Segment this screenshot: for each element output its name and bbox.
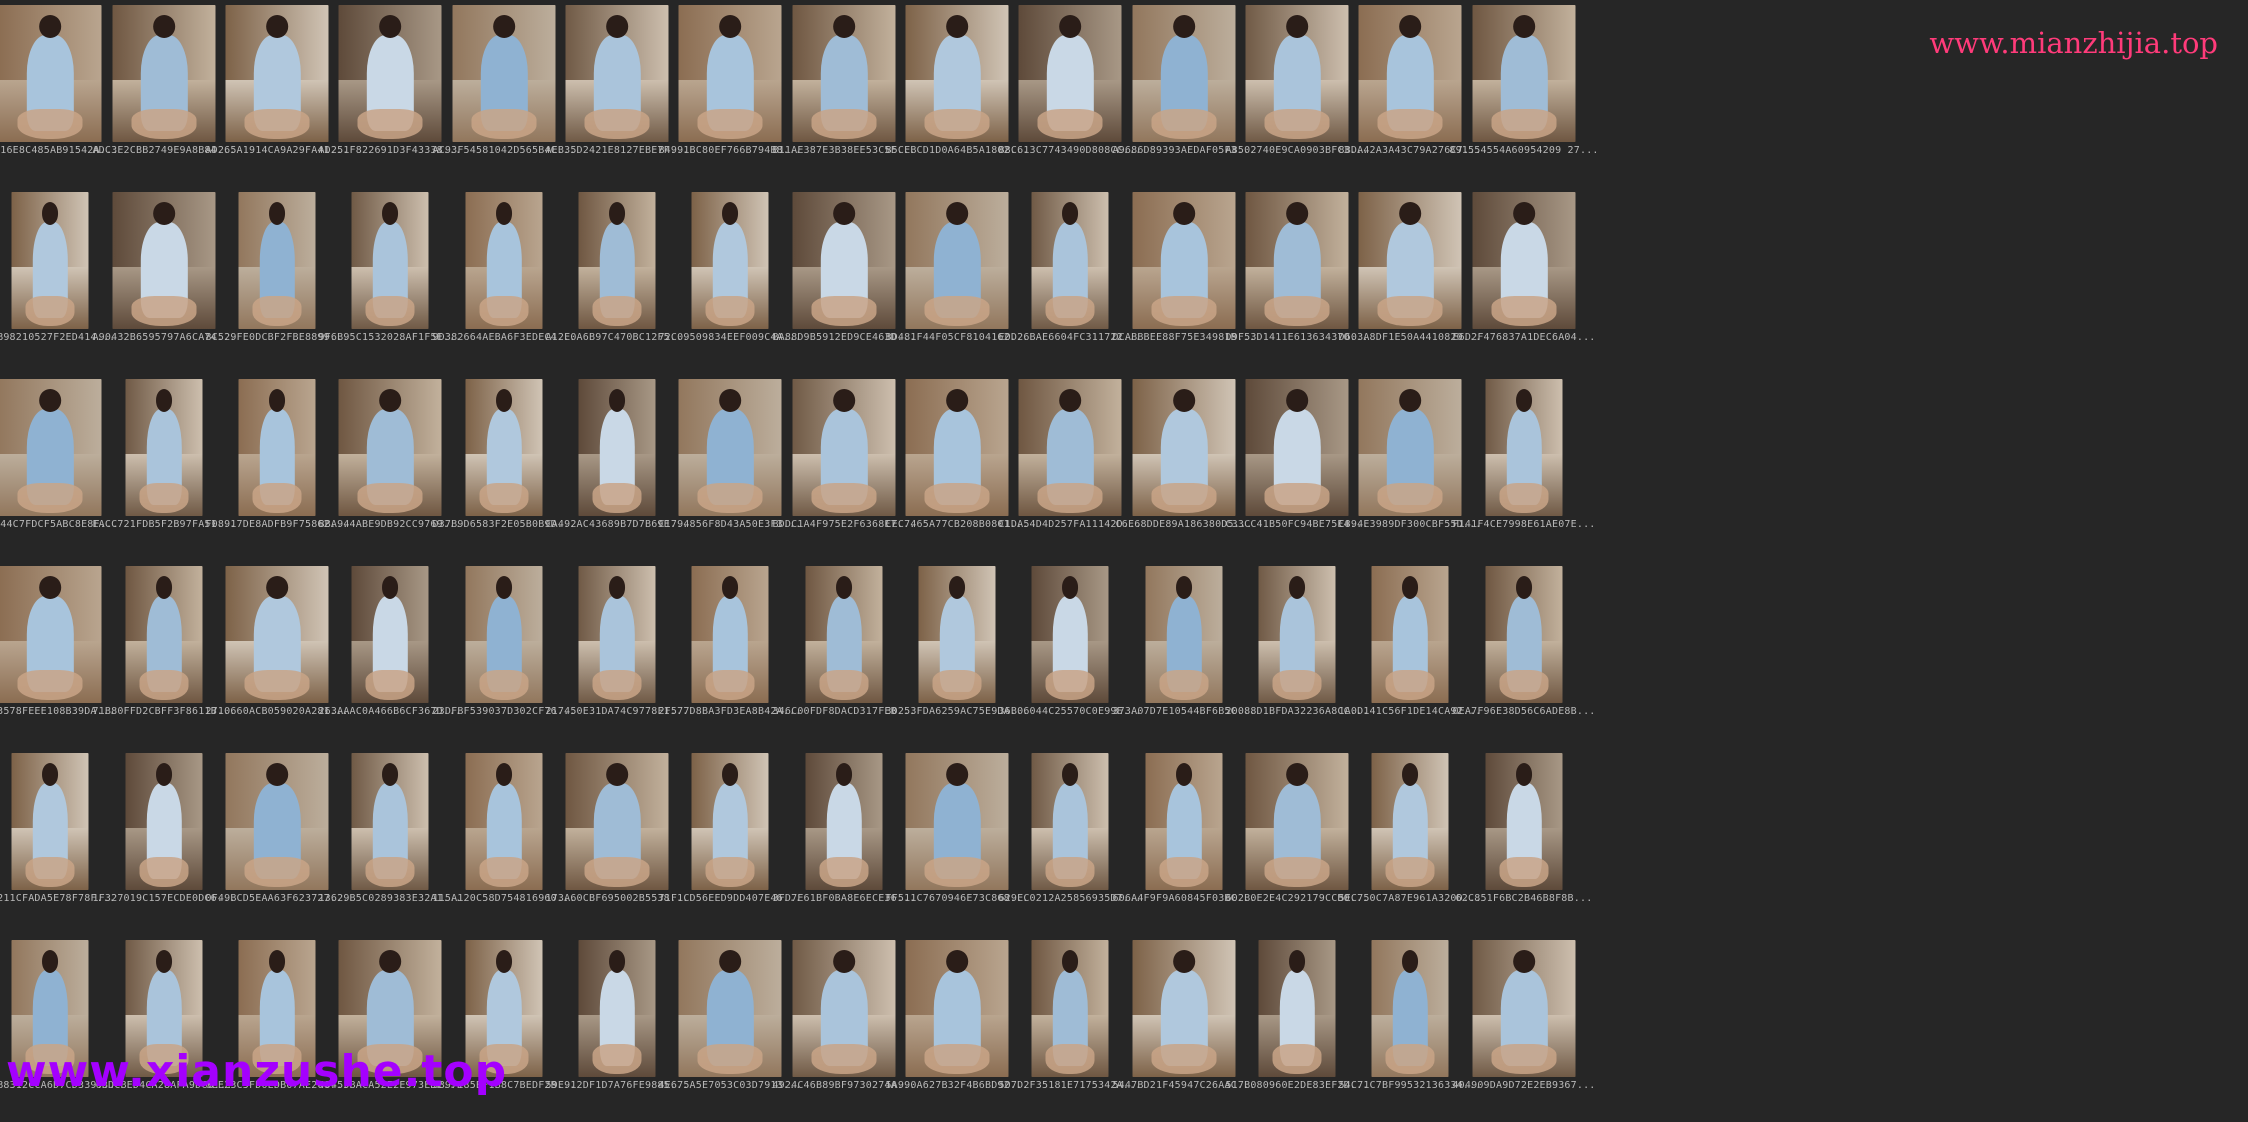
- thumbnail-image: [805, 753, 883, 890]
- thumbnail-image: [691, 566, 769, 703]
- thumbnail-image: [1031, 192, 1109, 329]
- thumbnail-image: [125, 566, 203, 703]
- thumbnail-image: [1371, 940, 1449, 1077]
- thumbnail-image: [1371, 753, 1449, 890]
- thumbnail-image: [238, 379, 316, 516]
- thumbnail-image: [1031, 753, 1109, 890]
- thumbnail-image: [351, 566, 429, 703]
- thumbnail-filename: E6D2F476837A1DEC6A04...: [1452, 332, 1596, 343]
- thumbnail-image: [351, 192, 429, 329]
- thumbnail-image: [1371, 566, 1449, 703]
- thumbnail-image: [578, 940, 656, 1077]
- thumbnail-image: [465, 192, 543, 329]
- thumbnail-image: [691, 192, 769, 329]
- thumbnail-image: [1472, 940, 1576, 1077]
- thumbnail-image: [578, 379, 656, 516]
- thumbnail-image: [11, 192, 89, 329]
- thumbnail-image: [1145, 566, 1223, 703]
- thumbnail-image: [1472, 5, 1576, 142]
- thumbnail-item[interactable]: 62C851F6BC2B46B8F8B...: [1442, 748, 1606, 935]
- thumbnail-image: [351, 753, 429, 890]
- thumbnail-image: [578, 566, 656, 703]
- thumbnail-image: [11, 753, 89, 890]
- thumbnail-item[interactable]: F141F4CE7998E61AE07E...: [1442, 374, 1606, 561]
- thumbnail-image: [1031, 566, 1109, 703]
- thumbnail-image: [125, 379, 203, 516]
- thumbnail-image: [1258, 566, 1336, 703]
- thumbnail-item[interactable]: 404909DA9D72E2EB9367...: [1442, 935, 1606, 1122]
- thumbnail-item[interactable]: E6D2F476837A1DEC6A04...: [1442, 187, 1606, 374]
- thumbnail-image: [1485, 379, 1563, 516]
- thumbnail-image: [465, 379, 543, 516]
- thumbnail-image: [125, 753, 203, 890]
- watermark-top: www.mianzhijia.top: [1929, 26, 2218, 60]
- thumbnail-image: [1145, 753, 1223, 890]
- thumbnail-image: [238, 192, 316, 329]
- thumbnail-filename: 62C851F6BC2B46B8F8B...: [1455, 893, 1593, 904]
- thumbnail-grid: E3816E8C485AB91542A...ADC3E2CBB2749E9A8B…: [0, 0, 2248, 1099]
- thumbnail-image: [465, 566, 543, 703]
- thumbnail-image: [1258, 940, 1336, 1077]
- thumbnail-filename: F141F4CE7998E61AE07E...: [1452, 519, 1596, 530]
- thumbnail-item[interactable]: 891554554A60954209 27...: [1442, 0, 1606, 187]
- thumbnail-image: [1485, 566, 1563, 703]
- thumbnail-item[interactable]: 0EA7F96E38D56C6ADE8B...: [1442, 561, 1606, 748]
- thumbnail-image: [578, 192, 656, 329]
- thumbnail-image: [691, 753, 769, 890]
- thumbnail-image: [1485, 753, 1563, 890]
- thumbnail-image: [918, 566, 996, 703]
- thumbnail-image: [805, 566, 883, 703]
- thumbnail-image: [1031, 940, 1109, 1077]
- thumbnail-filename: 0EA7F96E38D56C6ADE8B...: [1452, 706, 1596, 717]
- thumbnail-image: [465, 753, 543, 890]
- watermark-bottom: www.xianzushe.top: [6, 1046, 508, 1097]
- thumbnail-filename: 891554554A60954209 27...: [1449, 145, 1599, 156]
- thumbnail-filename: 404909DA9D72E2EB9367...: [1452, 1080, 1596, 1091]
- thumbnail-image: [1472, 192, 1576, 329]
